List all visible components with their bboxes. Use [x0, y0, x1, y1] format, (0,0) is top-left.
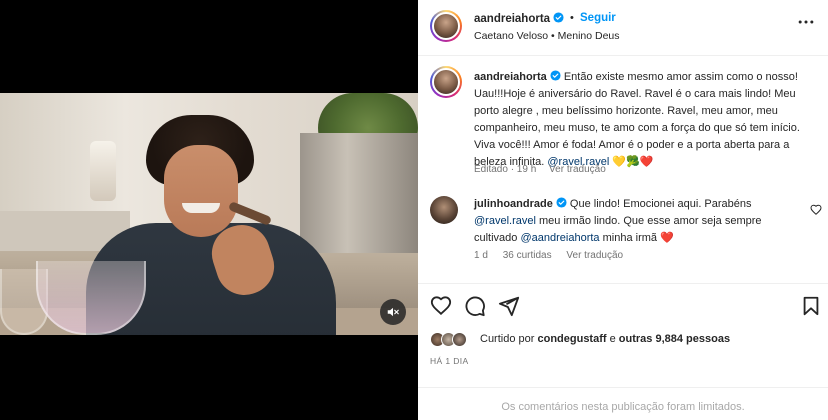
instagram-post-viewer: aandreiahorta • Seguir Caetano Veloso • …	[0, 0, 828, 420]
heart-icon[interactable]	[430, 295, 452, 317]
bookmark-icon[interactable]	[800, 295, 822, 317]
speaker-muted-icon	[387, 307, 399, 317]
caption-avatar[interactable]	[430, 66, 462, 98]
liker-username[interactable]: condegustaff	[537, 333, 606, 345]
verified-badge-icon	[556, 197, 567, 208]
comment-heart-icon[interactable]	[810, 204, 822, 216]
separator-dot: •	[570, 12, 574, 24]
post-photo[interactable]	[0, 93, 418, 335]
more-horizontal-icon[interactable]	[796, 12, 816, 32]
author-avatar[interactable]	[430, 10, 462, 42]
likes-prefix: Curtido por	[480, 333, 535, 345]
verified-badge-icon	[550, 70, 561, 81]
author-username: aandreiahorta	[474, 13, 551, 25]
comment-emoji: ❤️	[660, 232, 674, 244]
commenter-avatar[interactable]	[430, 196, 458, 224]
comment-mention-1[interactable]: @ravel.ravel	[474, 215, 536, 227]
likes-others-link[interactable]: outras 9,884 pessoas	[619, 333, 730, 345]
mute-button[interactable]	[380, 299, 406, 325]
commenter-username[interactable]: julinhoandrade	[474, 198, 553, 210]
post-date[interactable]: HÁ 1 DIA	[430, 356, 469, 366]
caption-edited-time: Editado · 19 h	[474, 164, 537, 175]
person-face	[164, 145, 238, 237]
likes-text: Curtido por condegustaff e outras 9,884 …	[480, 333, 730, 345]
post-actions-bar	[418, 283, 828, 323]
caption-translate-link[interactable]: Ver tradução	[549, 164, 606, 175]
comment-icon[interactable]	[464, 295, 486, 317]
comment-likes-count[interactable]: 36 curtidas	[503, 250, 552, 261]
post-details-panel: aandreiahorta • Seguir Caetano Veloso • …	[418, 0, 828, 420]
caption-meta: Editado · 19 h Ver tradução	[474, 164, 616, 175]
comment-text: julinhoandrade Que lindo! Emocionei aqui…	[474, 196, 794, 247]
audio-attribution[interactable]: Caetano Veloso • Menino Deus	[474, 30, 620, 42]
likes-summary: Curtido por condegustaff e outras 9,884 …	[430, 330, 820, 350]
caption-text: aandreiahorta Então existe mesmo amor as…	[474, 69, 814, 171]
verified-badge-icon	[553, 12, 564, 23]
comments-limited-notice: Os comentários nesta publicação foram li…	[418, 387, 828, 420]
caption-emojis: 💛🥦❤️	[612, 156, 654, 168]
comment-translate-link[interactable]: Ver tradução	[566, 250, 623, 261]
comment-meta: 1 d 36 curtidas Ver tradução	[474, 250, 635, 261]
liker-avatar-3[interactable]	[452, 332, 467, 347]
comment-part-3: minha irmã	[602, 232, 658, 244]
person-smile	[182, 203, 220, 213]
likes-middle: e	[609, 333, 616, 345]
share-icon[interactable]	[498, 295, 520, 317]
author-username-link[interactable]: aandreiahorta	[474, 12, 564, 25]
caption-body: Então existe mesmo amor assim como o nos…	[474, 71, 800, 168]
comment-mention-2[interactable]: @aandreiahorta	[520, 232, 599, 244]
comment-time: 1 d	[474, 250, 488, 261]
media-pane	[0, 0, 418, 420]
follow-button[interactable]: Seguir	[580, 12, 616, 24]
comment-part-1: Que lindo! Emocionei aqui. Parabéns	[569, 198, 752, 210]
caption-username[interactable]: aandreiahorta	[474, 71, 547, 83]
post-header: aandreiahorta • Seguir Caetano Veloso • …	[418, 0, 828, 56]
